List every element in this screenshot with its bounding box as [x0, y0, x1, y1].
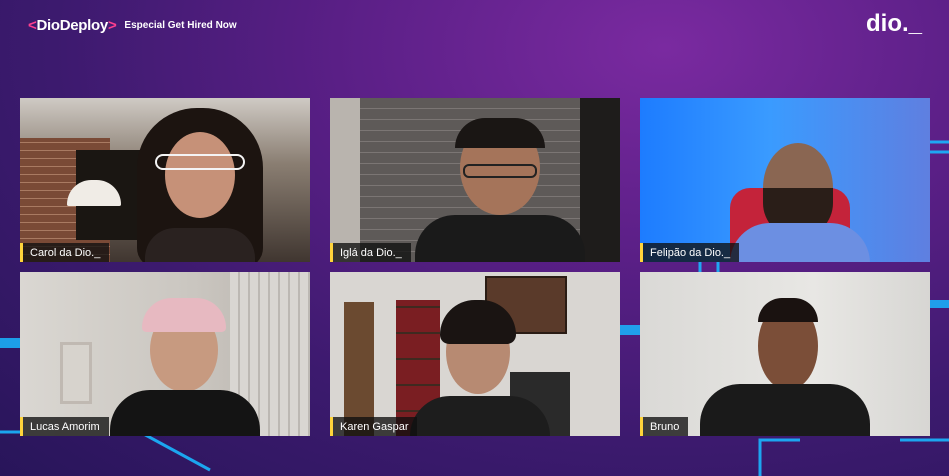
participant-name-tag: Bruno [640, 417, 689, 436]
person-bruno [700, 298, 870, 436]
video-tile-bruno[interactable]: Bruno [640, 272, 930, 436]
participant-name-tag: Karen Gaspar [330, 417, 418, 436]
person-carol [125, 108, 275, 262]
person-felipao [730, 143, 875, 262]
app-header: <DioDeploy> Especial Get Hired Now [28, 15, 237, 35]
door-frame [330, 98, 360, 262]
video-tile-karen[interactable]: Karen Gaspar [330, 272, 620, 436]
video-tile-carol[interactable]: Carol da Dio._ [20, 98, 310, 262]
person-igla [415, 118, 585, 262]
participant-name-tag: Iglá da Dio._ [330, 243, 411, 262]
person-karen [410, 300, 550, 436]
brand-logo: <DioDeploy> [28, 16, 117, 34]
participant-name-tag: Felipão da Dio._ [640, 243, 740, 262]
video-tile-felipao[interactable]: Felipão da Dio._ [640, 98, 930, 262]
video-tile-lucas[interactable]: Lucas Amorim [20, 272, 310, 436]
wall-mirror [60, 342, 92, 404]
dio-logo: dio._ [866, 10, 923, 37]
participant-name-tag: Carol da Dio._ [20, 243, 110, 262]
shelf [580, 98, 620, 262]
bookshelf-left [344, 302, 374, 436]
video-tile-igla[interactable]: Iglá da Dio._ [330, 98, 620, 262]
participant-name-tag: Lucas Amorim [20, 417, 109, 436]
svg-text:dio._: dio._ [866, 10, 923, 37]
event-title: Especial Get Hired Now [124, 19, 237, 31]
person-lucas [110, 298, 260, 436]
